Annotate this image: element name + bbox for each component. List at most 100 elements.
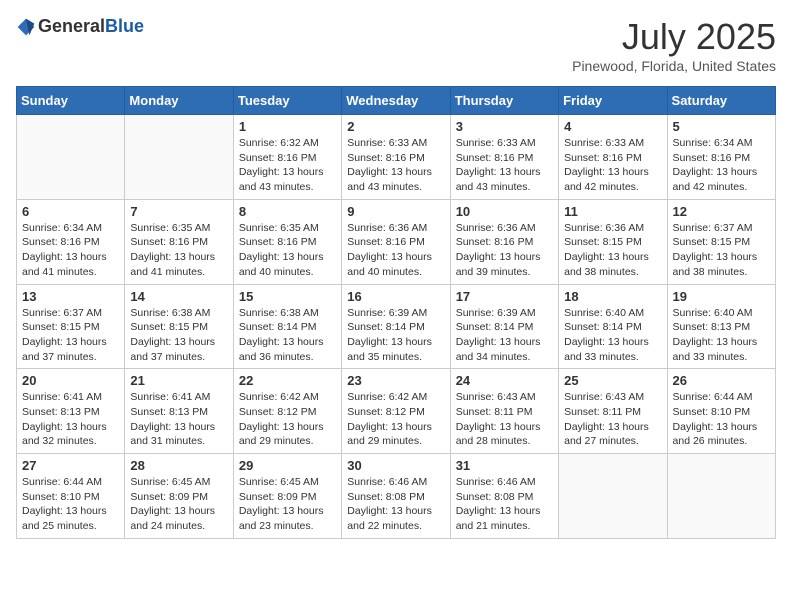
day-info: Sunrise: 6:42 AMSunset: 8:12 PMDaylight:… [347,390,444,449]
calendar-day-cell: 5 Sunrise: 6:34 AMSunset: 8:16 PMDaylight… [667,115,775,200]
day-info: Sunrise: 6:35 AMSunset: 8:16 PMDaylight:… [239,221,336,280]
calendar-day-cell: 18 Sunrise: 6:40 AMSunset: 8:14 PMDayligh… [559,284,667,369]
day-info: Sunrise: 6:40 AMSunset: 8:13 PMDaylight:… [673,306,770,365]
calendar-day-cell: 31 Sunrise: 6:46 AMSunset: 8:08 PMDayligh… [450,454,558,539]
calendar-day-cell: 26 Sunrise: 6:44 AMSunset: 8:10 PMDayligh… [667,369,775,454]
calendar-day-cell [559,454,667,539]
day-number: 6 [22,204,119,219]
calendar-header: SundayMondayTuesdayWednesdayThursdayFrid… [17,87,776,115]
calendar-day-cell: 12 Sunrise: 6:37 AMSunset: 8:15 PMDayligh… [667,199,775,284]
calendar-day-cell [125,115,233,200]
day-info: Sunrise: 6:42 AMSunset: 8:12 PMDaylight:… [239,390,336,449]
weekday-header: Tuesday [233,87,341,115]
day-number: 2 [347,119,444,134]
day-number: 7 [130,204,227,219]
calendar-day-cell: 25 Sunrise: 6:43 AMSunset: 8:11 PMDayligh… [559,369,667,454]
calendar-week-row: 27Sunrise: 6:44 AMSunset: 8:10 PMDayligh… [17,454,776,539]
day-number: 11 [564,204,661,219]
calendar-day-cell: 15Sunrise: 6:38 AMSunset: 8:14 PMDayligh… [233,284,341,369]
day-number: 14 [130,289,227,304]
day-number: 28 [130,458,227,473]
weekday-header: Thursday [450,87,558,115]
page-subtitle: Pinewood, Florida, United States [572,58,776,74]
day-info: Sunrise: 6:34 AMSunset: 8:16 PMDaylight:… [673,136,770,195]
day-info: Sunrise: 6:40 AMSunset: 8:14 PMDaylight:… [564,306,661,365]
day-number: 29 [239,458,336,473]
weekday-header: Monday [125,87,233,115]
calendar-table: SundayMondayTuesdayWednesdayThursdayFrid… [16,86,776,539]
weekday-header: Friday [559,87,667,115]
day-info: Sunrise: 6:41 AMSunset: 8:13 PMDaylight:… [22,390,119,449]
day-number: 5 [673,119,770,134]
calendar-week-row: 1Sunrise: 6:32 AMSunset: 8:16 PMDaylight… [17,115,776,200]
calendar-day-cell: 23Sunrise: 6:42 AMSunset: 8:12 PMDayligh… [342,369,450,454]
day-number: 18 [564,289,661,304]
calendar-day-cell: 24Sunrise: 6:43 AMSunset: 8:11 PMDayligh… [450,369,558,454]
day-number: 3 [456,119,553,134]
day-info: Sunrise: 6:33 AMSunset: 8:16 PMDaylight:… [456,136,553,195]
weekday-header-row: SundayMondayTuesdayWednesdayThursdayFrid… [17,87,776,115]
logo-general-text: General [38,16,105,36]
weekday-header: Sunday [17,87,125,115]
calendar-day-cell: 10Sunrise: 6:36 AMSunset: 8:16 PMDayligh… [450,199,558,284]
calendar-day-cell: 19 Sunrise: 6:40 AMSunset: 8:13 PMDayligh… [667,284,775,369]
day-number: 20 [22,373,119,388]
day-number: 1 [239,119,336,134]
calendar-day-cell: 7 Sunrise: 6:35 AMSunset: 8:16 PMDaylight… [125,199,233,284]
calendar-day-cell: 11 Sunrise: 6:36 AMSunset: 8:15 PMDayligh… [559,199,667,284]
calendar-day-cell: 29 Sunrise: 6:45 AMSunset: 8:09 PMDayligh… [233,454,341,539]
calendar-day-cell: 8 Sunrise: 6:35 AMSunset: 8:16 PMDaylight… [233,199,341,284]
day-info: Sunrise: 6:36 AMSunset: 8:15 PMDaylight:… [564,221,661,280]
calendar-day-cell: 4 Sunrise: 6:33 AMSunset: 8:16 PMDaylight… [559,115,667,200]
day-info: Sunrise: 6:34 AMSunset: 8:16 PMDaylight:… [22,221,119,280]
day-number: 13 [22,289,119,304]
calendar-week-row: 13Sunrise: 6:37 AMSunset: 8:15 PMDayligh… [17,284,776,369]
day-number: 26 [673,373,770,388]
day-info: Sunrise: 6:38 AMSunset: 8:15 PMDaylight:… [130,306,227,365]
day-info: Sunrise: 6:45 AMSunset: 8:09 PMDaylight:… [239,475,336,534]
calendar-day-cell: 28Sunrise: 6:45 AMSunset: 8:09 PMDayligh… [125,454,233,539]
day-info: Sunrise: 6:46 AMSunset: 8:08 PMDaylight:… [456,475,553,534]
calendar-day-cell: 21 Sunrise: 6:41 AMSunset: 8:13 PMDayligh… [125,369,233,454]
day-info: Sunrise: 6:44 AMSunset: 8:10 PMDaylight:… [673,390,770,449]
day-number: 25 [564,373,661,388]
calendar-day-cell: 22 Sunrise: 6:42 AMSunset: 8:12 PMDayligh… [233,369,341,454]
calendar-body: 1Sunrise: 6:32 AMSunset: 8:16 PMDaylight… [17,115,776,539]
calendar-day-cell: 27Sunrise: 6:44 AMSunset: 8:10 PMDayligh… [17,454,125,539]
day-number: 12 [673,204,770,219]
calendar-day-cell: 16Sunrise: 6:39 AMSunset: 8:14 PMDayligh… [342,284,450,369]
day-info: Sunrise: 6:41 AMSunset: 8:13 PMDaylight:… [130,390,227,449]
logo: GeneralBlue [16,16,144,37]
calendar-day-cell: 1Sunrise: 6:32 AMSunset: 8:16 PMDaylight… [233,115,341,200]
weekday-header: Saturday [667,87,775,115]
calendar-day-cell: 20 Sunrise: 6:41 AMSunset: 8:13 PMDayligh… [17,369,125,454]
day-info: Sunrise: 6:43 AMSunset: 8:11 PMDaylight:… [564,390,661,449]
day-info: Sunrise: 6:37 AMSunset: 8:15 PMDaylight:… [673,221,770,280]
day-number: 22 [239,373,336,388]
day-info: Sunrise: 6:39 AMSunset: 8:14 PMDaylight:… [456,306,553,365]
day-info: Sunrise: 6:44 AMSunset: 8:10 PMDaylight:… [22,475,119,534]
logo-icon [16,17,36,37]
title-area: July 2025 Pinewood, Florida, United Stat… [572,16,776,74]
calendar-day-cell: 30Sunrise: 6:46 AMSunset: 8:08 PMDayligh… [342,454,450,539]
day-number: 4 [564,119,661,134]
day-number: 8 [239,204,336,219]
calendar-day-cell [17,115,125,200]
day-number: 30 [347,458,444,473]
calendar-day-cell: 2Sunrise: 6:33 AMSunset: 8:16 PMDaylight… [342,115,450,200]
day-number: 21 [130,373,227,388]
day-info: Sunrise: 6:33 AMSunset: 8:16 PMDaylight:… [564,136,661,195]
calendar-day-cell: 6 Sunrise: 6:34 AMSunset: 8:16 PMDaylight… [17,199,125,284]
day-number: 17 [456,289,553,304]
page-title: July 2025 [572,16,776,58]
day-number: 19 [673,289,770,304]
page-header: GeneralBlue July 2025 Pinewood, Florida,… [16,16,776,74]
calendar-day-cell: 17 Sunrise: 6:39 AMSunset: 8:14 PMDayligh… [450,284,558,369]
calendar-day-cell: 3 Sunrise: 6:33 AMSunset: 8:16 PMDaylight… [450,115,558,200]
day-info: Sunrise: 6:38 AMSunset: 8:14 PMDaylight:… [239,306,336,365]
day-number: 16 [347,289,444,304]
calendar-week-row: 6 Sunrise: 6:34 AMSunset: 8:16 PMDaylight… [17,199,776,284]
day-number: 31 [456,458,553,473]
day-info: Sunrise: 6:35 AMSunset: 8:16 PMDaylight:… [130,221,227,280]
weekday-header: Wednesday [342,87,450,115]
